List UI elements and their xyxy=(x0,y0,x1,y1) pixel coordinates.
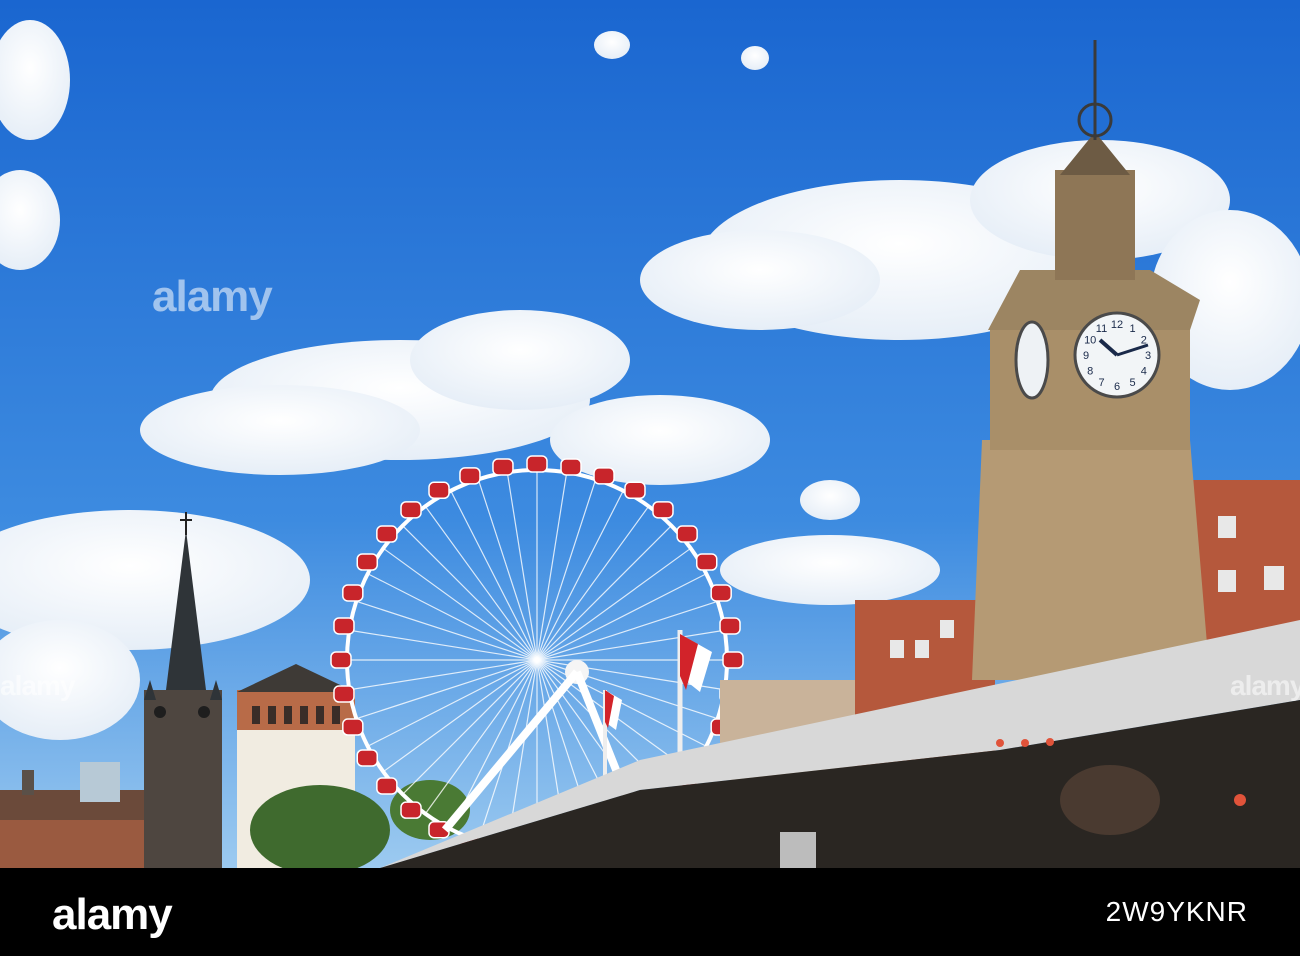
brand-logo: alamy xyxy=(52,890,173,939)
gondola xyxy=(459,467,481,485)
clock-numeral: 1 xyxy=(1129,323,1135,335)
clock-numeral: 5 xyxy=(1129,377,1135,389)
scene-illustration: 12 1234567891011 xyxy=(0,0,1300,868)
gondola xyxy=(356,749,379,767)
gondola xyxy=(400,801,422,819)
gondola xyxy=(333,617,355,635)
image-id: 2W9YKNR xyxy=(1105,896,1248,927)
clock-numeral: 8 xyxy=(1087,366,1093,378)
gondola xyxy=(593,467,615,485)
watermark-center: alamy xyxy=(152,272,273,321)
gondola xyxy=(333,685,355,703)
gondola xyxy=(652,501,674,519)
gondola xyxy=(342,718,364,736)
gondola xyxy=(695,553,718,571)
clock-numeral: 7 xyxy=(1098,377,1104,389)
clock-numeral: 10 xyxy=(1084,335,1096,347)
clock-numeral: 12 xyxy=(1111,319,1123,331)
gondola xyxy=(400,501,422,519)
gondola xyxy=(342,584,364,602)
gondola xyxy=(376,525,398,543)
clock-numeral: 6 xyxy=(1114,381,1120,393)
gondola xyxy=(710,584,732,602)
watermark: alamy xyxy=(0,670,75,701)
stock-footer: alamy 2W9YKNR xyxy=(0,868,1300,956)
clock-numeral: 9 xyxy=(1083,350,1089,362)
gondola xyxy=(492,458,514,476)
gondola xyxy=(428,481,450,500)
gondola xyxy=(719,617,741,635)
gondola xyxy=(356,553,379,571)
gondola xyxy=(376,777,398,795)
gondola xyxy=(624,481,646,500)
watermark: alamy xyxy=(1230,670,1300,701)
photo-scene: 12 1 2 3 4 5 6 7 8 9 10 11 alamy alamy alamy xyxy=(0,0,1300,868)
clock-numeral: 3 xyxy=(1145,350,1151,362)
clock-numeral: 4 xyxy=(1141,366,1147,378)
clock-numeral: 11 xyxy=(1096,323,1107,335)
gondola xyxy=(560,458,582,476)
gondola xyxy=(722,651,744,669)
gondola xyxy=(330,651,352,669)
gondola xyxy=(676,525,698,543)
gondola xyxy=(526,455,548,473)
